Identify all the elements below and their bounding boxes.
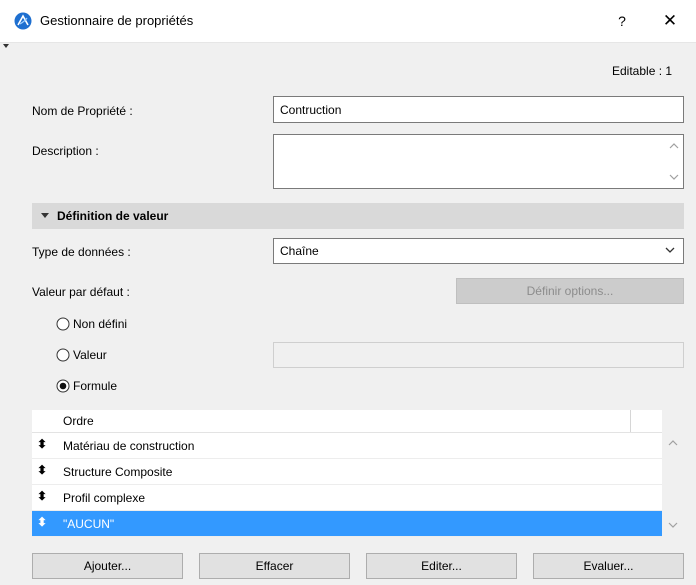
collapse-arrow-icon[interactable] [3, 44, 9, 48]
evaluate-button[interactable]: Evaluer... [533, 553, 684, 579]
list-item-selected[interactable]: ⬍ "AUCUN" [32, 511, 662, 537]
data-type-label: Type de données : [32, 245, 131, 259]
list-item-label: Profil complexe [63, 491, 146, 505]
list-item[interactable]: ⬍ Structure Composite [32, 459, 662, 485]
editable-count: Editable : 1 [612, 64, 673, 78]
radio-undefined[interactable] [56, 317, 70, 331]
scroll-up-icon[interactable] [669, 141, 679, 151]
list-item-label: Matériau de construction [63, 439, 195, 453]
radio-formula[interactable] [56, 379, 70, 393]
scroll-down-icon[interactable] [668, 520, 678, 530]
list-scrollbar[interactable] [662, 410, 684, 537]
archicad-app-icon [14, 12, 32, 30]
radio-value-label[interactable]: Valeur [73, 348, 107, 362]
section-title: Définition de valeur [57, 209, 169, 223]
title-bar: Gestionnaire de propriétés ? ✕ [0, 0, 696, 43]
define-options-button[interactable]: Définir options... [456, 278, 684, 304]
window-title: Gestionnaire de propriétés [40, 13, 194, 28]
list-item[interactable]: ⬍ Profil complexe [32, 485, 662, 511]
data-type-select[interactable]: Chaîne [273, 238, 684, 264]
value-field [273, 342, 684, 368]
description-label: Description : [32, 144, 99, 158]
property-name-label: Nom de Propriété : [32, 104, 133, 118]
property-name-field[interactable]: Contruction [273, 96, 684, 123]
add-button[interactable]: Ajouter... [32, 553, 183, 579]
expand-triangle-icon [41, 213, 49, 218]
help-button[interactable]: ? [608, 8, 636, 34]
column-header-order[interactable]: Ordre [63, 414, 94, 428]
list-item[interactable]: ⬍ Matériau de construction [32, 433, 662, 459]
list-item-label: Structure Composite [63, 465, 173, 479]
order-list: Ordre ⬍ Matériau de construction ⬍ Struc… [32, 410, 662, 537]
drag-handle-icon[interactable]: ⬍ [32, 463, 52, 477]
scroll-down-icon[interactable] [669, 172, 679, 182]
drag-handle-icon[interactable]: ⬍ [32, 437, 52, 451]
list-item-label: "AUCUN" [63, 517, 115, 531]
default-value-label: Valeur par défaut : [32, 285, 130, 299]
radio-formula-label[interactable]: Formule [73, 379, 117, 393]
close-button[interactable]: ✕ [656, 8, 684, 34]
data-type-value: Chaîne [280, 244, 319, 258]
drag-handle-icon[interactable]: ⬍ [32, 489, 52, 503]
list-header: Ordre [32, 410, 662, 433]
radio-undefined-label[interactable]: Non défini [73, 317, 127, 331]
delete-button[interactable]: Effacer [199, 553, 350, 579]
value-definition-section-header[interactable]: Définition de valeur [32, 203, 684, 229]
radio-value[interactable] [56, 348, 70, 362]
column-separator [630, 410, 631, 432]
chevron-down-icon [665, 247, 675, 253]
property-name-value: Contruction [280, 103, 342, 117]
scroll-up-icon[interactable] [668, 438, 678, 448]
description-field[interactable] [273, 134, 684, 189]
edit-button[interactable]: Editer... [366, 553, 517, 579]
drag-handle-icon[interactable]: ⬍ [32, 515, 52, 529]
